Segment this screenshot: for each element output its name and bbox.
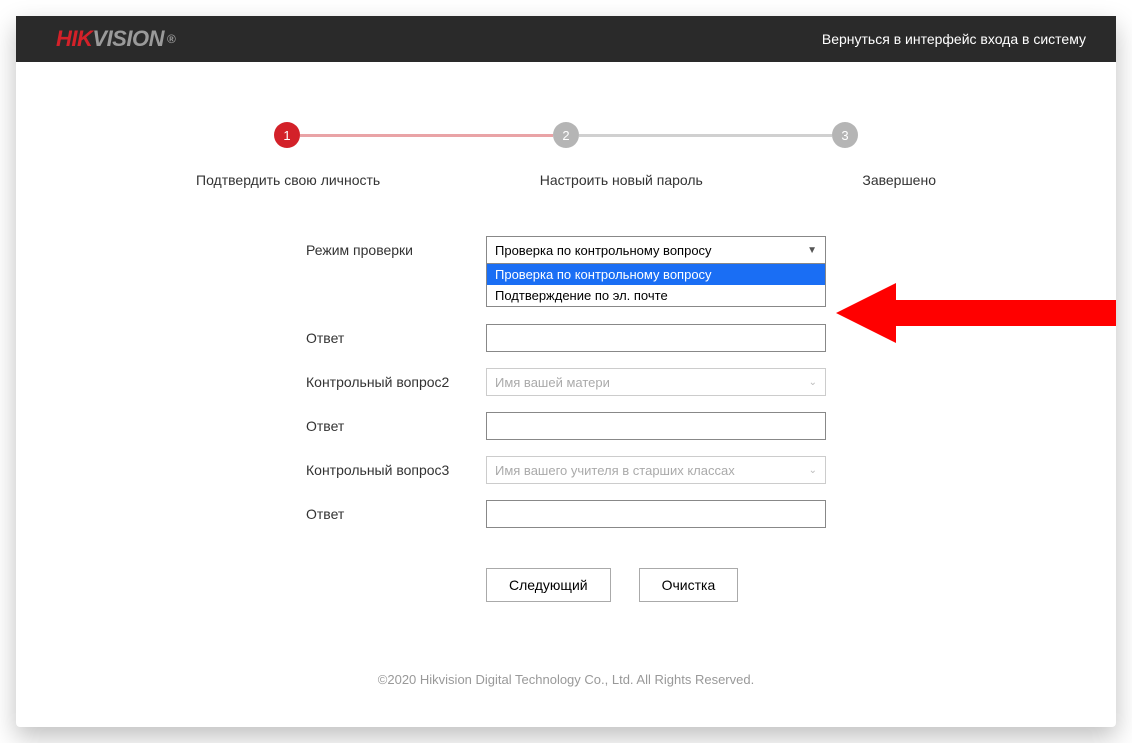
chevron-down-icon: ▼ (807, 245, 817, 256)
answer2-row: Ответ (306, 412, 826, 440)
answer3-input[interactable] (486, 500, 826, 528)
mode-row: Режим проверки Проверка по контрольному … (306, 236, 826, 264)
question2-select[interactable]: Имя вашей матери ⌄ (486, 368, 826, 396)
progress-stepper: 1 2 3 (274, 122, 858, 148)
mode-option-email[interactable]: Подтверждение по эл. почте (487, 285, 825, 306)
answer3-label: Ответ (306, 500, 486, 522)
question2-placeholder: Имя вашей матери (495, 375, 610, 390)
button-row: Следующий Очистка (486, 568, 826, 602)
question3-select[interactable]: Имя вашего учителя в старших классах ⌄ (486, 456, 826, 484)
clear-button[interactable]: Очистка (639, 568, 739, 602)
mode-control: Проверка по контрольному вопросу ▼ Прове… (486, 236, 826, 264)
question2-label: Контрольный вопрос2 (306, 368, 486, 390)
step-line-2-3 (579, 134, 832, 137)
answer1-row: Ответ (306, 324, 826, 352)
mode-dropdown-list: Проверка по контрольному вопросу Подтвер… (486, 264, 826, 307)
step-labels-row: Подтвердить свою личность Настроить новы… (196, 172, 936, 188)
main-content: 1 2 3 Подтвердить свою личность Настроит… (16, 62, 1116, 727)
answer2-label: Ответ (306, 412, 486, 434)
back-to-login-link[interactable]: Вернуться в интерфейс входа в систему (822, 31, 1086, 47)
mode-option-security-question[interactable]: Проверка по контрольному вопросу (487, 264, 825, 285)
question3-label: Контрольный вопрос3 (306, 456, 486, 478)
mode-selected-value: Проверка по контрольному вопросу (495, 243, 712, 258)
answer1-input[interactable] (486, 324, 826, 352)
step-2-label: Настроить новый пароль (540, 172, 703, 188)
chevron-down-icon: ⌄ (809, 377, 817, 388)
answer3-row: Ответ (306, 500, 826, 528)
question3-row: Контрольный вопрос3 Имя вашего учителя в… (306, 456, 826, 484)
step-3-label: Завершено (862, 172, 936, 188)
form-area: Режим проверки Проверка по контрольному … (306, 236, 826, 602)
answer2-input[interactable] (486, 412, 826, 440)
mode-label: Режим проверки (306, 236, 486, 258)
chevron-down-icon: ⌄ (809, 465, 817, 476)
brand-logo: HIKVISION® (56, 26, 175, 52)
step-line-1-2 (300, 134, 553, 137)
header-bar: HIKVISION® Вернуться в интерфейс входа в… (16, 16, 1116, 62)
logo-vision: VISION (92, 26, 164, 52)
step-1-bubble: 1 (274, 122, 300, 148)
answer1-label: Ответ (306, 324, 486, 346)
footer-text: ©2020 Hikvision Digital Technology Co., … (16, 672, 1116, 687)
question2-row: Контрольный вопрос2 Имя вашей матери ⌄ (306, 368, 826, 396)
page-container: HIKVISION® Вернуться в интерфейс входа в… (16, 16, 1116, 727)
step-1-label: Подтвердить свою личность (196, 172, 380, 188)
logo-hik: HIK (56, 26, 92, 52)
logo-registered: ® (167, 32, 175, 46)
step-2-bubble: 2 (553, 122, 579, 148)
step-3-bubble: 3 (832, 122, 858, 148)
question3-placeholder: Имя вашего учителя в старших классах (495, 463, 735, 478)
next-button[interactable]: Следующий (486, 568, 611, 602)
mode-select[interactable]: Проверка по контрольному вопросу ▼ (486, 236, 826, 264)
